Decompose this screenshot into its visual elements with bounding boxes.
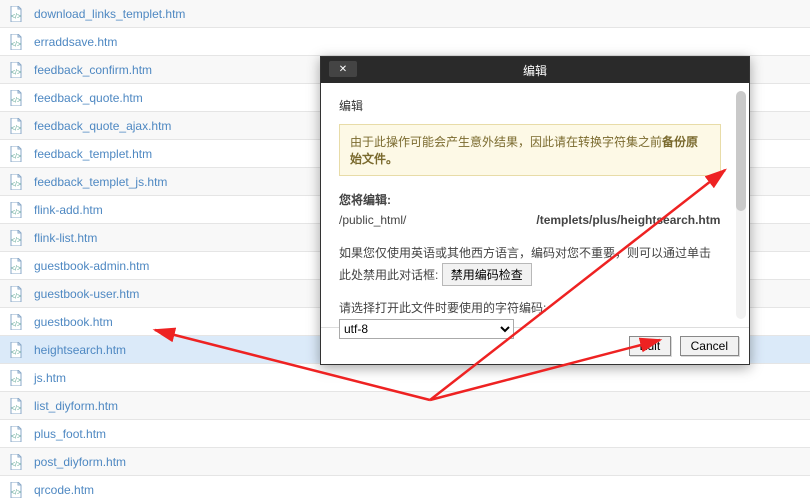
file-row[interactable]: </> js.htm xyxy=(0,364,810,392)
edit-path-prefix: /public_html/ xyxy=(339,213,406,227)
htm-file-icon: </> xyxy=(8,482,24,498)
dialog-heading: 编辑 xyxy=(339,97,721,114)
htm-file-icon: </> xyxy=(8,342,24,358)
file-row[interactable]: </> plus_foot.htm xyxy=(0,420,810,448)
svg-text:</>: </> xyxy=(11,461,21,468)
htm-file-icon: </> xyxy=(8,398,24,414)
svg-text:</>: </> xyxy=(11,293,21,300)
file-name: list_diyform.htm xyxy=(34,399,118,413)
htm-file-icon: </> xyxy=(8,146,24,162)
file-row[interactable]: </> erraddsave.htm xyxy=(0,28,810,56)
file-name: erraddsave.htm xyxy=(34,35,117,49)
close-button[interactable]: ✕ xyxy=(329,61,357,77)
file-name: plus_foot.htm xyxy=(34,427,106,441)
file-row[interactable]: </> list_diyform.htm xyxy=(0,392,810,420)
edit-dialog: ✕ 编辑 编辑 由于此操作可能会产生意外结果，因此请在转换字符集之前备份原始文件… xyxy=(320,56,750,365)
file-name: feedback_templet.htm xyxy=(34,147,152,161)
file-row[interactable]: </> download_links_templet.htm xyxy=(0,0,810,28)
svg-text:</>: </> xyxy=(11,489,21,496)
file-name: flink-list.htm xyxy=(34,231,97,245)
close-icon: ✕ xyxy=(339,64,347,75)
file-name: js.htm xyxy=(34,371,66,385)
file-name: qrcode.htm xyxy=(34,483,94,497)
edit-path-section: 您将编辑: /public_html/ /templets/plus/height… xyxy=(339,190,721,231)
scrollbar-thumb[interactable] xyxy=(736,91,746,211)
language-section: 如果您仅使用英语或其他西方语言，编码对您不重要，则可以通过单击此处禁用此对话框:… xyxy=(339,243,721,286)
cancel-button[interactable]: Cancel xyxy=(680,336,739,356)
file-name: flink-add.htm xyxy=(34,203,103,217)
file-name: guestbook-admin.htm xyxy=(34,259,149,273)
svg-text:</>: </> xyxy=(11,125,21,132)
file-name: guestbook-user.htm xyxy=(34,287,139,301)
htm-file-icon: </> xyxy=(8,202,24,218)
edit-path-label: 您将编辑: xyxy=(339,193,391,207)
edit-button[interactable]: Edit xyxy=(629,336,672,356)
htm-file-icon: </> xyxy=(8,314,24,330)
edit-path-suffix: /templets/plus/heightsearch.htm xyxy=(536,213,720,227)
htm-file-icon: </> xyxy=(8,426,24,442)
dialog-titlebar[interactable]: ✕ 编辑 xyxy=(321,57,749,83)
htm-file-icon: </> xyxy=(8,370,24,386)
htm-file-icon: </> xyxy=(8,174,24,190)
svg-text:</>: </> xyxy=(11,41,21,48)
file-name: feedback_templet_js.htm xyxy=(34,175,167,189)
encoding-section: 请选择打开此文件时要使用的字符编码: utf-8 xyxy=(339,298,721,339)
svg-text:</>: </> xyxy=(11,377,21,384)
file-name: guestbook.htm xyxy=(34,315,113,329)
htm-file-icon: </> xyxy=(8,62,24,78)
file-row[interactable]: </> post_diyform.htm xyxy=(0,448,810,476)
svg-text:</>: </> xyxy=(11,181,21,188)
svg-text:</>: </> xyxy=(11,13,21,20)
htm-file-icon: </> xyxy=(8,454,24,470)
dialog-body: 编辑 由于此操作可能会产生意外结果，因此请在转换字符集之前备份原始文件。 您将编… xyxy=(321,83,749,327)
disable-encoding-button[interactable]: 禁用编码检查 xyxy=(442,263,532,286)
htm-file-icon: </> xyxy=(8,286,24,302)
svg-text:</>: </> xyxy=(11,321,21,328)
file-row[interactable]: </> qrcode.htm xyxy=(0,476,810,500)
encoding-select[interactable]: utf-8 xyxy=(339,319,514,339)
htm-file-icon: </> xyxy=(8,258,24,274)
htm-file-icon: </> xyxy=(8,230,24,246)
file-name: post_diyform.htm xyxy=(34,455,126,469)
file-name: feedback_quote.htm xyxy=(34,91,143,105)
svg-text:</>: </> xyxy=(11,265,21,272)
encoding-label: 请选择打开此文件时要使用的字符编码: xyxy=(339,301,546,315)
dialog-title: 编辑 xyxy=(321,62,749,79)
svg-text:</>: </> xyxy=(11,349,21,356)
file-name: feedback_quote_ajax.htm xyxy=(34,119,171,133)
svg-text:</>: </> xyxy=(11,69,21,76)
file-name: download_links_templet.htm xyxy=(34,7,185,21)
htm-file-icon: </> xyxy=(8,6,24,22)
file-name: feedback_confirm.htm xyxy=(34,63,152,77)
svg-text:</>: </> xyxy=(11,209,21,216)
warning-text: 由于此操作可能会产生意外结果，因此请在转换字符集之前 xyxy=(350,135,662,149)
htm-file-icon: </> xyxy=(8,34,24,50)
svg-text:</>: </> xyxy=(11,153,21,160)
svg-text:</>: </> xyxy=(11,97,21,104)
svg-text:</>: </> xyxy=(11,405,21,412)
warning-banner: 由于此操作可能会产生意外结果，因此请在转换字符集之前备份原始文件。 xyxy=(339,124,721,176)
file-name: heightsearch.htm xyxy=(34,343,126,357)
htm-file-icon: </> xyxy=(8,118,24,134)
svg-text:</>: </> xyxy=(11,237,21,244)
svg-text:</>: </> xyxy=(11,433,21,440)
htm-file-icon: </> xyxy=(8,90,24,106)
